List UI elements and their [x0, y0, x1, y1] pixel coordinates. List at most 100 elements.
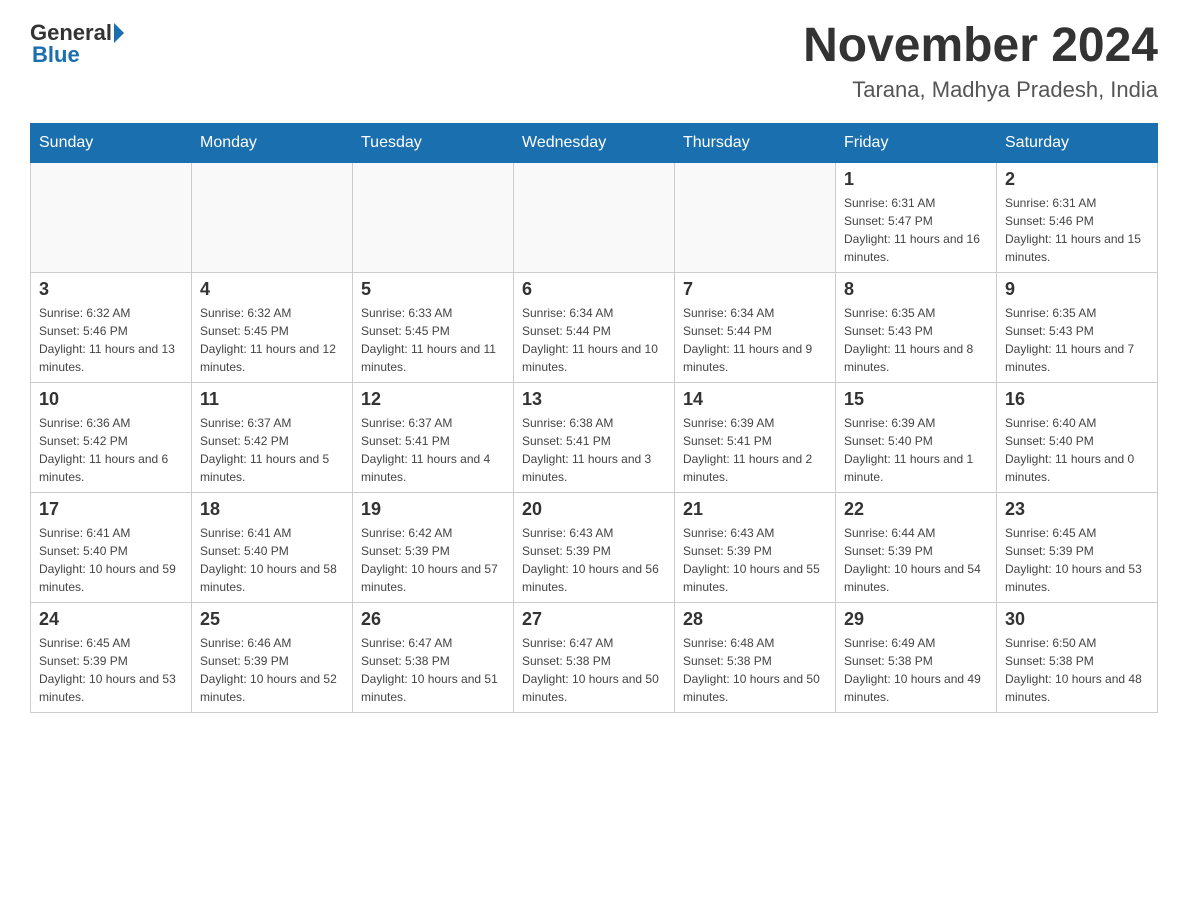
calendar-cell — [353, 162, 514, 272]
day-number: 29 — [844, 609, 988, 630]
calendar-week-row: 24 Sunrise: 6:45 AM Sunset: 5:39 PM Dayli… — [31, 602, 1158, 712]
day-number: 5 — [361, 279, 505, 300]
calendar-cell — [514, 162, 675, 272]
day-number: 14 — [683, 389, 827, 410]
calendar-cell: 25 Sunrise: 6:46 AM Sunset: 5:39 PM Dayli… — [192, 602, 353, 712]
calendar-cell: 19 Sunrise: 6:42 AM Sunset: 5:39 PM Dayli… — [353, 492, 514, 602]
calendar-week-row: 1Sunrise: 6:31 AM Sunset: 5:47 PM Daylig… — [31, 162, 1158, 272]
calendar-cell: 26 Sunrise: 6:47 AM Sunset: 5:38 PM Dayli… — [353, 602, 514, 712]
day-number: 16 — [1005, 389, 1149, 410]
calendar-cell: 20 Sunrise: 6:43 AM Sunset: 5:39 PM Dayli… — [514, 492, 675, 602]
day-info: Sunrise: 6:45 AM Sunset: 5:39 PM Dayligh… — [39, 634, 183, 706]
day-info: Sunrise: 6:48 AM Sunset: 5:38 PM Dayligh… — [683, 634, 827, 706]
calendar-table: Sunday Monday Tuesday Wednesday Thursday… — [30, 123, 1158, 713]
page-title: November 2024 — [803, 20, 1158, 73]
day-number: 9 — [1005, 279, 1149, 300]
calendar-cell: 13Sunrise: 6:38 AM Sunset: 5:41 PM Dayli… — [514, 382, 675, 492]
calendar-week-row: 17 Sunrise: 6:41 AM Sunset: 5:40 PM Dayli… — [31, 492, 1158, 602]
day-number: 10 — [39, 389, 183, 410]
calendar-cell: 24 Sunrise: 6:45 AM Sunset: 5:39 PM Dayli… — [31, 602, 192, 712]
header-wednesday: Wednesday — [514, 123, 675, 162]
day-number: 25 — [200, 609, 344, 630]
day-info: Sunrise: 6:31 AM Sunset: 5:46 PM Dayligh… — [1005, 194, 1149, 266]
day-number: 22 — [844, 499, 988, 520]
calendar-cell: 6 Sunrise: 6:34 AM Sunset: 5:44 PM Daylig… — [514, 272, 675, 382]
calendar-cell: 16Sunrise: 6:40 AM Sunset: 5:40 PM Dayli… — [997, 382, 1158, 492]
day-info: Sunrise: 6:32 AM Sunset: 5:46 PM Dayligh… — [39, 304, 183, 376]
day-number: 28 — [683, 609, 827, 630]
calendar-cell — [192, 162, 353, 272]
calendar-cell: 12 Sunrise: 6:37 AM Sunset: 5:41 PM Dayli… — [353, 382, 514, 492]
calendar-cell: 8 Sunrise: 6:35 AM Sunset: 5:43 PM Daylig… — [836, 272, 997, 382]
title-area: November 2024 Tarana, Madhya Pradesh, In… — [803, 20, 1158, 103]
day-number: 7 — [683, 279, 827, 300]
logo-blue-text: Blue — [30, 42, 80, 68]
day-info: Sunrise: 6:35 AM Sunset: 5:43 PM Dayligh… — [1005, 304, 1149, 376]
day-info: Sunrise: 6:43 AM Sunset: 5:39 PM Dayligh… — [522, 524, 666, 596]
calendar-cell: 29 Sunrise: 6:49 AM Sunset: 5:38 PM Dayli… — [836, 602, 997, 712]
day-info: Sunrise: 6:33 AM Sunset: 5:45 PM Dayligh… — [361, 304, 505, 376]
calendar-cell: 1Sunrise: 6:31 AM Sunset: 5:47 PM Daylig… — [836, 162, 997, 272]
header-sunday: Sunday — [31, 123, 192, 162]
calendar-cell: 15Sunrise: 6:39 AM Sunset: 5:40 PM Dayli… — [836, 382, 997, 492]
day-number: 26 — [361, 609, 505, 630]
day-info: Sunrise: 6:32 AM Sunset: 5:45 PM Dayligh… — [200, 304, 344, 376]
calendar-cell: 7 Sunrise: 6:34 AM Sunset: 5:44 PM Daylig… — [675, 272, 836, 382]
day-info: Sunrise: 6:37 AM Sunset: 5:42 PM Dayligh… — [200, 414, 344, 486]
day-info: Sunrise: 6:41 AM Sunset: 5:40 PM Dayligh… — [200, 524, 344, 596]
calendar-week-row: 3 Sunrise: 6:32 AM Sunset: 5:46 PM Daylig… — [31, 272, 1158, 382]
calendar-cell — [675, 162, 836, 272]
calendar-cell: 5 Sunrise: 6:33 AM Sunset: 5:45 PM Daylig… — [353, 272, 514, 382]
day-info: Sunrise: 6:47 AM Sunset: 5:38 PM Dayligh… — [522, 634, 666, 706]
day-number: 30 — [1005, 609, 1149, 630]
calendar-cell — [31, 162, 192, 272]
day-number: 17 — [39, 499, 183, 520]
day-number: 19 — [361, 499, 505, 520]
calendar-cell: 18 Sunrise: 6:41 AM Sunset: 5:40 PM Dayli… — [192, 492, 353, 602]
day-number: 27 — [522, 609, 666, 630]
day-number: 8 — [844, 279, 988, 300]
day-info: Sunrise: 6:47 AM Sunset: 5:38 PM Dayligh… — [361, 634, 505, 706]
calendar-cell: 22 Sunrise: 6:44 AM Sunset: 5:39 PM Dayli… — [836, 492, 997, 602]
header-friday: Friday — [836, 123, 997, 162]
calendar-cell: 2 Sunrise: 6:31 AM Sunset: 5:46 PM Daylig… — [997, 162, 1158, 272]
header-tuesday: Tuesday — [353, 123, 514, 162]
day-number: 2 — [1005, 169, 1149, 190]
calendar-cell: 23Sunrise: 6:45 AM Sunset: 5:39 PM Dayli… — [997, 492, 1158, 602]
day-number: 20 — [522, 499, 666, 520]
day-number: 23 — [1005, 499, 1149, 520]
day-info: Sunrise: 6:31 AM Sunset: 5:47 PM Dayligh… — [844, 194, 988, 266]
day-info: Sunrise: 6:44 AM Sunset: 5:39 PM Dayligh… — [844, 524, 988, 596]
day-info: Sunrise: 6:35 AM Sunset: 5:43 PM Dayligh… — [844, 304, 988, 376]
calendar-cell: 28 Sunrise: 6:48 AM Sunset: 5:38 PM Dayli… — [675, 602, 836, 712]
day-number: 6 — [522, 279, 666, 300]
calendar-cell: 9 Sunrise: 6:35 AM Sunset: 5:43 PM Daylig… — [997, 272, 1158, 382]
day-number: 3 — [39, 279, 183, 300]
day-number: 18 — [200, 499, 344, 520]
calendar-week-row: 10Sunrise: 6:36 AM Sunset: 5:42 PM Dayli… — [31, 382, 1158, 492]
day-info: Sunrise: 6:46 AM Sunset: 5:39 PM Dayligh… — [200, 634, 344, 706]
calendar-cell: 14Sunrise: 6:39 AM Sunset: 5:41 PM Dayli… — [675, 382, 836, 492]
day-info: Sunrise: 6:49 AM Sunset: 5:38 PM Dayligh… — [844, 634, 988, 706]
header-monday: Monday — [192, 123, 353, 162]
calendar-cell: 4 Sunrise: 6:32 AM Sunset: 5:45 PM Daylig… — [192, 272, 353, 382]
day-number: 12 — [361, 389, 505, 410]
day-number: 24 — [39, 609, 183, 630]
day-info: Sunrise: 6:42 AM Sunset: 5:39 PM Dayligh… — [361, 524, 505, 596]
calendar-cell: 27 Sunrise: 6:47 AM Sunset: 5:38 PM Dayli… — [514, 602, 675, 712]
day-info: Sunrise: 6:34 AM Sunset: 5:44 PM Dayligh… — [522, 304, 666, 376]
day-number: 11 — [200, 389, 344, 410]
calendar-cell: 11 Sunrise: 6:37 AM Sunset: 5:42 PM Dayli… — [192, 382, 353, 492]
calendar-cell: 21Sunrise: 6:43 AM Sunset: 5:39 PM Dayli… — [675, 492, 836, 602]
day-number: 4 — [200, 279, 344, 300]
day-info: Sunrise: 6:41 AM Sunset: 5:40 PM Dayligh… — [39, 524, 183, 596]
day-info: Sunrise: 6:34 AM Sunset: 5:44 PM Dayligh… — [683, 304, 827, 376]
subtitle: Tarana, Madhya Pradesh, India — [803, 77, 1158, 103]
day-info: Sunrise: 6:50 AM Sunset: 5:38 PM Dayligh… — [1005, 634, 1149, 706]
weekday-header-row: Sunday Monday Tuesday Wednesday Thursday… — [31, 123, 1158, 162]
day-number: 15 — [844, 389, 988, 410]
day-info: Sunrise: 6:37 AM Sunset: 5:41 PM Dayligh… — [361, 414, 505, 486]
header-saturday: Saturday — [997, 123, 1158, 162]
calendar-cell: 17 Sunrise: 6:41 AM Sunset: 5:40 PM Dayli… — [31, 492, 192, 602]
calendar-body: 1Sunrise: 6:31 AM Sunset: 5:47 PM Daylig… — [31, 162, 1158, 712]
